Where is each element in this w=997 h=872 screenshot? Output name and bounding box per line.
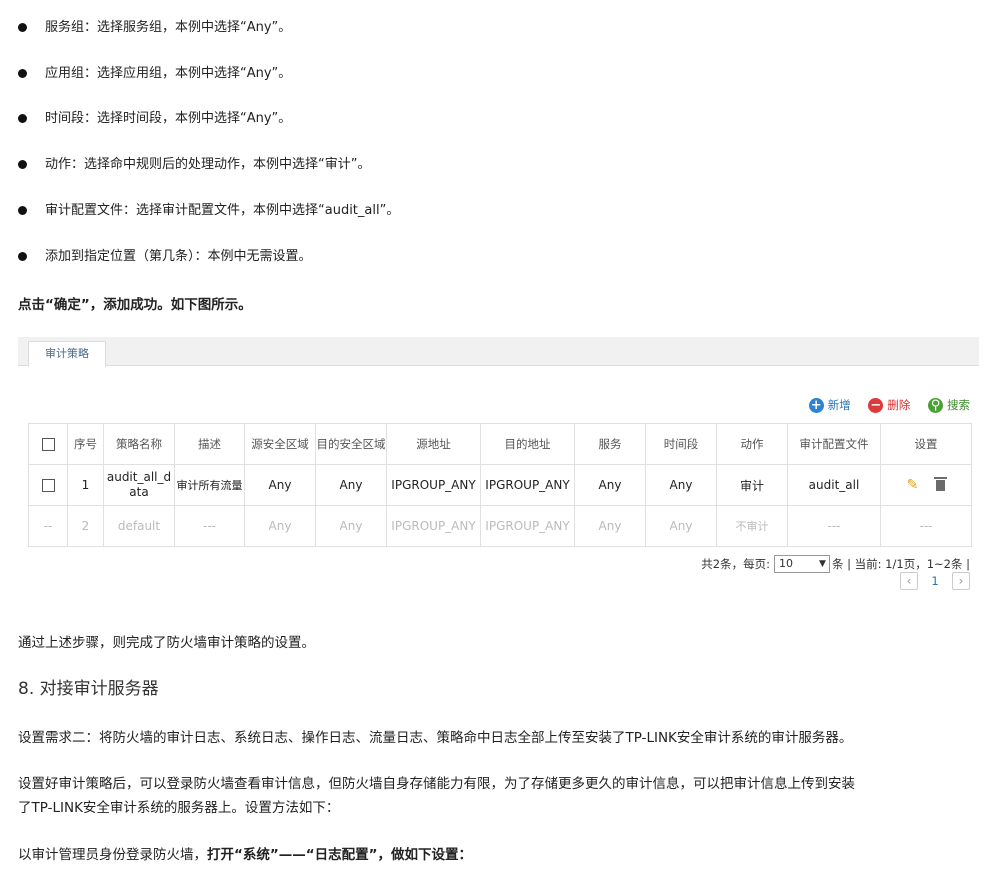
per-page-select[interactable]: 10 ▼	[773, 555, 830, 573]
requirement-text: 设置需求二：将防火墙的审计日志、系统日志、操作日志、流量日志、策略命中日志全部上…	[18, 730, 853, 746]
edit-icon[interactable]: ✎	[907, 477, 919, 493]
cell-time: Any	[645, 505, 717, 547]
column-header: 源安全区域	[244, 423, 316, 465]
cell-name: audit_all_data	[103, 464, 175, 506]
cell-no: 2	[67, 505, 104, 547]
cell-src-zone: Any	[244, 505, 316, 547]
tab-audit-policy[interactable]: 审计策略	[28, 341, 106, 367]
policy-table: 序号 策略名称 描述 源安全区域 目的安全区域 源地址 目的地址 服务 时间段 …	[28, 423, 972, 547]
description-line: 设置好审计策略后，可以登录防火墙查看审计信息，但防火墙自身存储能力有限，为了存储…	[18, 776, 855, 792]
next-page-button[interactable]: ›	[952, 572, 970, 590]
select-all-checkbox[interactable]	[41, 438, 55, 451]
bullet-icon	[18, 160, 27, 169]
cell-desc: ---	[174, 505, 245, 547]
bullet-icon	[18, 23, 27, 32]
bullet-icon	[18, 69, 27, 78]
cell-time: Any	[645, 464, 717, 506]
delete-button[interactable]: − 删除	[868, 397, 910, 413]
cell-src-addr: IPGROUP_ANY	[386, 464, 481, 506]
page-summary: 条 | 当前: 1/1页，1~2条 |	[831, 557, 970, 571]
cell-profile: audit_all	[787, 464, 881, 506]
cell-no: 1	[67, 464, 104, 506]
column-header: 目的地址	[480, 423, 575, 465]
cell-service: Any	[574, 505, 646, 547]
column-header: 源地址	[386, 423, 481, 465]
column-header: 设置	[880, 423, 972, 465]
toolbar: + 新增 − 删除 ⚲ 搜索	[795, 397, 970, 415]
column-header: 目的安全区域	[315, 423, 387, 465]
cell-dst-addr: IPGROUP_ANY	[480, 464, 575, 506]
bullet-icon	[18, 114, 27, 123]
column-header: 服务	[574, 423, 646, 465]
section-title: 8. 对接审计服务器	[18, 679, 159, 699]
search-button[interactable]: ⚲ 搜索	[928, 397, 970, 413]
bullet-icon	[18, 206, 27, 215]
cell-src-addr: IPGROUP_ANY	[386, 505, 481, 547]
add-button[interactable]: + 新增	[808, 397, 851, 413]
pagination: ‹ 1 ›	[900, 572, 970, 590]
confirm-text: 点击“确定”，添加成功。如下图所示。	[18, 297, 252, 313]
search-icon: ⚲	[928, 397, 943, 413]
column-header: 描述	[174, 423, 245, 465]
summary-text: 通过上述步骤，则完成了防火墙审计策略的设置。	[18, 635, 315, 651]
row-select-cell: --	[28, 505, 68, 547]
cell-service: Any	[574, 464, 646, 506]
column-header: 时间段	[645, 423, 717, 465]
cell-profile: ---	[787, 505, 881, 547]
tab-bar: 审计策略	[18, 337, 979, 367]
column-header: 策略名称	[103, 423, 175, 465]
login-instruction: 以审计管理员身份登录防火墙，打开“系统”——“日志配置”，做如下设置：	[18, 847, 472, 863]
column-header: 审计配置文件	[787, 423, 881, 465]
total-count: 共2条，每页:	[701, 557, 770, 571]
row-select-cell[interactable]	[28, 464, 68, 506]
cell-action: 审计	[716, 464, 788, 506]
column-header: 动作	[716, 423, 788, 465]
cell-action: 不审计	[716, 505, 788, 547]
plus-icon: +	[808, 397, 824, 413]
table-header-row: 序号 策略名称 描述 源安全区域 目的安全区域 源地址 目的地址 服务 时间段 …	[28, 423, 972, 465]
column-header: 序号	[67, 423, 104, 465]
description-line: 了TP-LINK安全审计系统的服务器上。设置方法如下：	[18, 800, 340, 816]
bullet-icon	[18, 252, 27, 261]
prev-page-button[interactable]: ‹	[900, 572, 918, 590]
pagination-info: 共2条，每页: 10 ▼ 条 | 当前: 1/1页，1~2条 |	[701, 555, 970, 573]
cell-src-zone: Any	[244, 464, 316, 506]
cell-dst-zone: Any	[315, 464, 387, 506]
select-all-header[interactable]	[28, 423, 68, 465]
row-checkbox[interactable]	[41, 479, 55, 492]
cell-dst-zone: Any	[315, 505, 387, 547]
cell-settings: ✎	[880, 464, 972, 506]
minus-icon: −	[868, 397, 884, 413]
chevron-down-icon: ▼	[819, 559, 826, 569]
trash-icon[interactable]	[934, 477, 948, 491]
page-number[interactable]: 1	[918, 574, 952, 588]
cell-name: default	[103, 505, 175, 547]
cell-dst-addr: IPGROUP_ANY	[480, 505, 575, 547]
table-row: -- 2 default --- Any Any IPGROUP_ANY IPG…	[28, 505, 972, 547]
cell-settings: ---	[880, 505, 972, 547]
table-row: 1 audit_all_data 审计所有流量 Any Any IPGROUP_…	[28, 464, 972, 506]
cell-desc: 审计所有流量	[174, 464, 245, 506]
